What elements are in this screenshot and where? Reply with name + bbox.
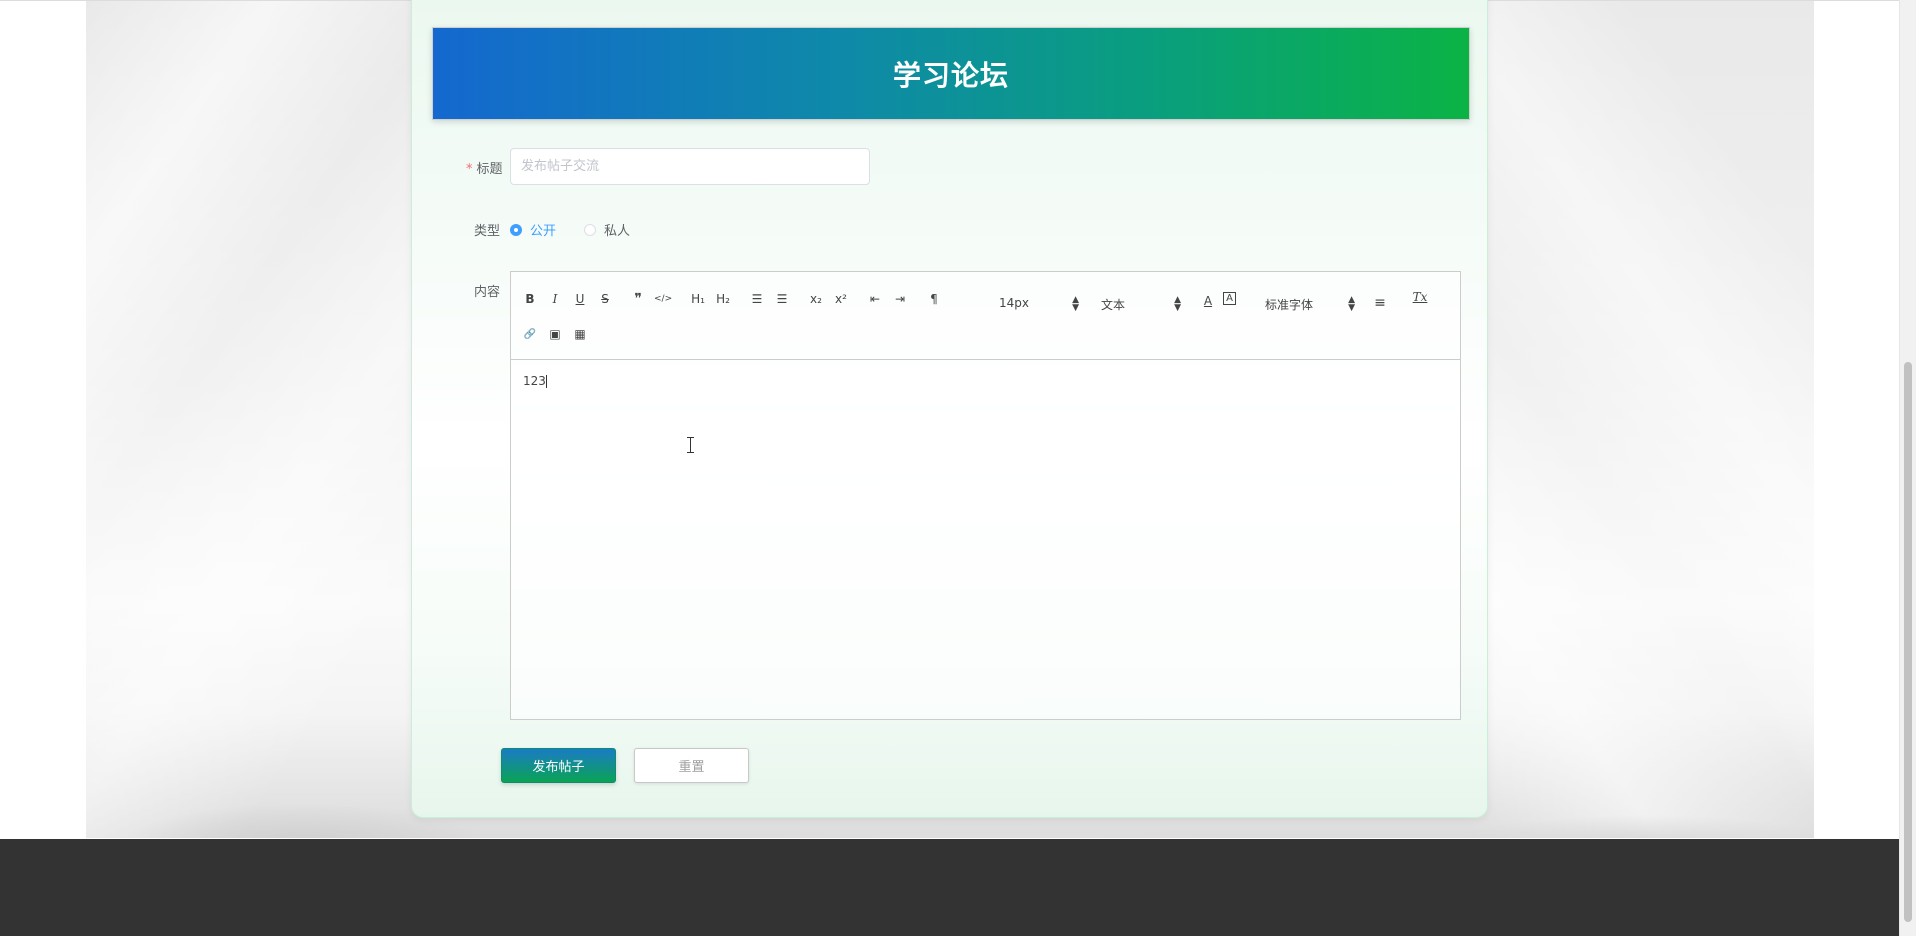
text-cursor-icon xyxy=(686,436,695,454)
image-button[interactable]: ▣ xyxy=(546,325,564,343)
font-picker[interactable]: 标准字体 ▲ ▼ xyxy=(1265,296,1355,316)
font-picker-arrow-icon: ▲ ▼ xyxy=(1348,295,1355,313)
page-title: 学习论坛 xyxy=(892,58,1009,92)
text-caret xyxy=(545,375,547,388)
background-color-button[interactable]: A xyxy=(1223,292,1236,305)
h1-button[interactable]: H₁ xyxy=(689,290,707,308)
subscript-button[interactable]: x₂ xyxy=(807,290,825,308)
font-picker-label: 标准字体 xyxy=(1265,298,1314,312)
bold-button[interactable]: B xyxy=(521,290,539,308)
radio-private[interactable]: 私人 xyxy=(584,220,630,239)
page-footer xyxy=(0,839,1900,936)
scrollbar-thumb[interactable] xyxy=(1904,362,1912,922)
vertical-scrollbar[interactable] xyxy=(1899,0,1916,936)
editor-content-text: 123 xyxy=(523,374,546,388)
header-picker-arrow-icon: ▲ ▼ xyxy=(1174,295,1181,313)
h2-button[interactable]: H₂ xyxy=(714,290,732,308)
title-label: 标题 xyxy=(476,162,503,177)
content-label: 内容 xyxy=(474,285,501,300)
code-button[interactable]: </> xyxy=(654,290,672,308)
header-picker-label: 文本 xyxy=(1101,298,1126,312)
align-button[interactable]: ≡ xyxy=(1371,294,1389,312)
rich-text-editor: B I U S ❞ </> H₁ H₂ ☰ ☰ x₂ x² ⇤ ⇥ ¶ 14px… xyxy=(510,271,1461,720)
submit-post-button[interactable]: 发布帖子 xyxy=(501,748,616,783)
video-button[interactable]: ▦ xyxy=(571,325,589,343)
indent-button[interactable]: ⇥ xyxy=(891,290,909,308)
size-picker-arrow-icon: ▲ ▼ xyxy=(1072,295,1079,313)
editor-content-area[interactable]: 123 xyxy=(511,360,1460,719)
clean-format-button[interactable]: Tx xyxy=(1411,288,1429,306)
underline-button[interactable]: U xyxy=(571,290,589,308)
bullet-list-button[interactable]: ☰ xyxy=(773,290,791,308)
radio-private-label: 私人 xyxy=(604,224,631,239)
radio-private-circle[interactable] xyxy=(584,223,596,236)
header-picker[interactable]: 文本 ▲ ▼ xyxy=(1101,296,1181,316)
forum-banner: 学习论坛 xyxy=(432,27,1470,120)
text-color-button[interactable]: A xyxy=(1199,292,1217,310)
radio-public-label: 公开 xyxy=(530,224,557,239)
superscript-button[interactable]: x² xyxy=(832,290,850,308)
quote-button[interactable]: ❞ xyxy=(629,290,647,308)
direction-button[interactable]: ¶ xyxy=(925,290,943,308)
size-picker[interactable]: 14px ▲ ▼ xyxy=(999,296,1079,316)
reset-button[interactable]: 重置 xyxy=(634,748,749,783)
outdent-button[interactable]: ⇤ xyxy=(866,290,884,308)
title-input[interactable] xyxy=(510,148,870,185)
size-picker-label: 14px xyxy=(999,296,1029,310)
strike-button[interactable]: S xyxy=(596,290,614,308)
link-button[interactable]: 🔗 xyxy=(521,325,539,343)
type-label: 类型 xyxy=(474,224,501,239)
title-label-wrap: * 标题 xyxy=(466,158,503,177)
required-mark: * xyxy=(466,162,473,177)
italic-button[interactable]: I xyxy=(546,290,564,308)
radio-public[interactable]: 公开 xyxy=(510,220,556,239)
editor-toolbar: B I U S ❞ </> H₁ H₂ ☰ ☰ x₂ x² ⇤ ⇥ ¶ 14px… xyxy=(511,272,1460,360)
ordered-list-button[interactable]: ☰ xyxy=(748,290,766,308)
radio-public-circle[interactable] xyxy=(510,223,522,236)
